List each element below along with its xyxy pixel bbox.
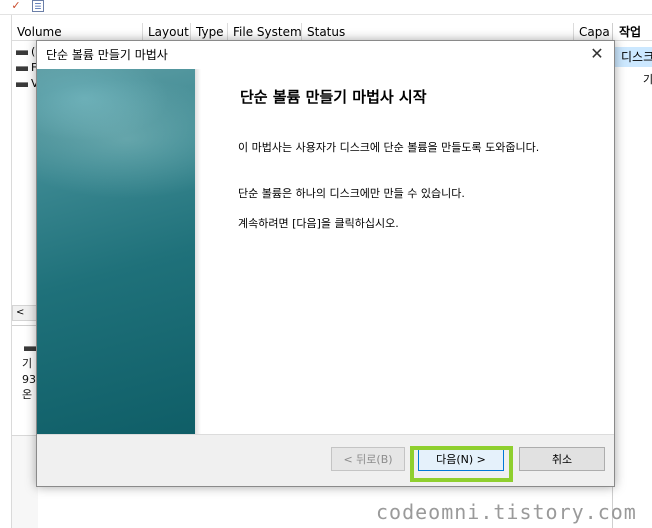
disk-status: 온 — [22, 388, 33, 401]
banner-shadow — [195, 69, 201, 434]
toolbar: ✓ ☰ — [0, 0, 652, 15]
column-file-system[interactable]: File System — [228, 23, 302, 41]
wizard-note: 단순 볼륨은 하나의 디스크에만 만들 수 있습니다. — [238, 187, 465, 200]
volume-list-header: Volume Layout Type File System Status Ca… — [12, 23, 612, 41]
disk-icon — [16, 81, 28, 87]
watermark: codeomni.tistory.com — [376, 500, 637, 524]
actions-selected-item[interactable]: 디스크 — [615, 47, 652, 67]
check-icon[interactable]: ✓ — [10, 0, 22, 12]
volume-name: ( — [31, 45, 36, 58]
column-type[interactable]: Type — [191, 23, 228, 41]
actions-title: 작업 — [613, 23, 652, 41]
wizard-heading: 단순 볼륨 만들기 마법사 시작 — [240, 88, 427, 106]
volume-row[interactable]: F — [16, 62, 37, 74]
column-volume[interactable]: Volume — [12, 23, 143, 41]
checklist-icon[interactable]: ☰ — [32, 0, 44, 12]
close-icon[interactable]: ✕ — [584, 43, 610, 67]
disk-icon — [24, 346, 36, 351]
column-layout[interactable]: Layout — [143, 23, 191, 41]
dialog-footer: < 뒤로(B) 다음(N) > 취소 — [37, 435, 614, 486]
disk-map-strip — [12, 435, 38, 528]
actions-more-item[interactable]: 기 — [643, 71, 652, 85]
wizard-banner-image — [37, 69, 195, 434]
disk-size: 93 — [22, 373, 36, 386]
back-button[interactable]: < 뒤로(B) — [331, 447, 405, 471]
left-rail — [0, 15, 12, 528]
banner-sheen — [37, 79, 195, 199]
dialog-titlebar: 단순 볼륨 만들기 마법사 ✕ — [37, 41, 614, 69]
next-button-highlight — [410, 446, 513, 482]
disk-icon — [16, 49, 28, 55]
wizard-description: 이 마법사는 사용자가 디스크에 단순 볼륨을 만들도록 도와줍니다. — [238, 141, 540, 154]
dialog-title: 단순 볼륨 만들기 마법사 — [46, 48, 168, 62]
volume-row[interactable]: ( — [16, 46, 35, 58]
column-status[interactable]: Status — [302, 23, 574, 41]
actions-pane: 작업 디스크 기 — [612, 23, 652, 528]
column-capacity[interactable]: Capa — [574, 23, 612, 41]
disk-icon — [16, 65, 28, 71]
cancel-button[interactable]: 취소 — [519, 447, 605, 471]
disk-label: 기 — [22, 357, 33, 370]
wizard-instruction: 계속하려면 [다음]을 클릭하십시오. — [238, 217, 399, 230]
new-simple-volume-wizard: 단순 볼륨 만들기 마법사 ✕ 단순 볼륨 만들기 마법사 시작 이 마법사는 … — [36, 40, 615, 487]
scroll-left-button[interactable]: < — [12, 305, 38, 321]
